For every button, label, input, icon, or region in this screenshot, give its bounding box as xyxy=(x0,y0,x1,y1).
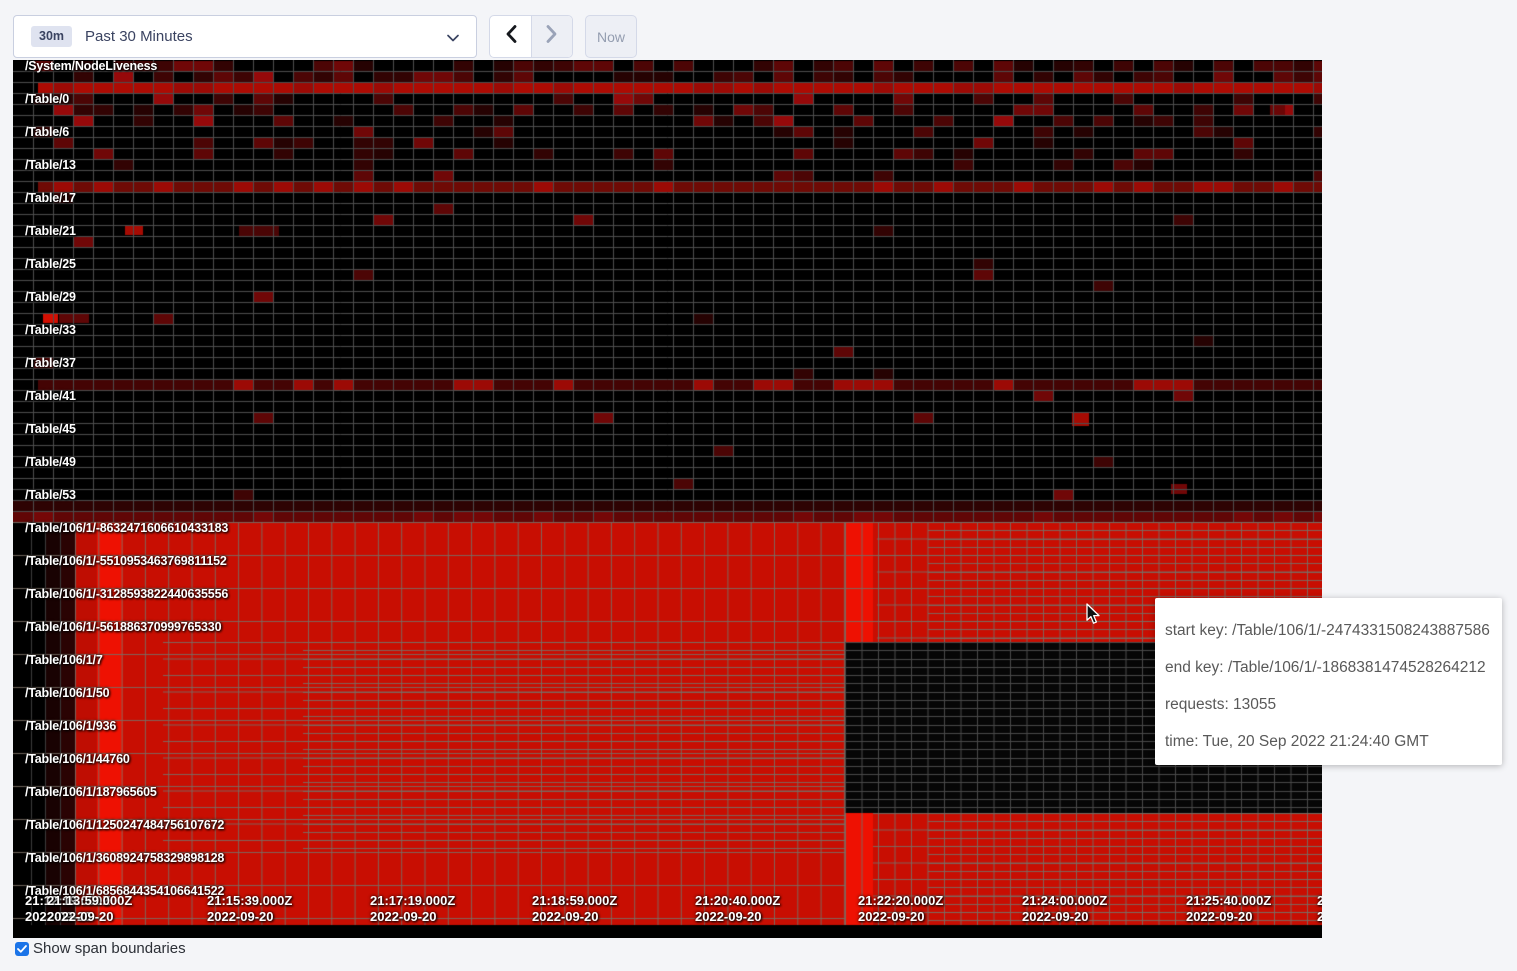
time-range-badge: 30m xyxy=(31,26,72,47)
keyspace-heatmap-canvas[interactable] xyxy=(13,60,1322,938)
chevron-left-icon xyxy=(504,24,518,49)
check-icon xyxy=(17,945,27,953)
hover-tooltip: start key: /Table/106/1/-247433150824388… xyxy=(1155,598,1502,765)
show-span-boundaries-checkbox[interactable] xyxy=(15,942,29,956)
tooltip-end-key: end key: /Table/106/1/-18683814745282642… xyxy=(1165,649,1502,686)
chevron-right-icon xyxy=(545,24,559,49)
back-arrow-button[interactable] xyxy=(490,16,531,57)
time-range-select[interactable]: 30m Past 30 Minutes xyxy=(13,15,477,58)
chevron-down-icon xyxy=(446,31,460,49)
tooltip-time: time: Tue, 20 Sep 2022 21:24:40 GMT xyxy=(1165,723,1502,760)
tooltip-requests: requests: 13055 xyxy=(1165,686,1502,723)
tooltip-start-key: start key: /Table/106/1/-247433150824388… xyxy=(1165,612,1502,649)
forward-arrow-button[interactable] xyxy=(531,16,572,57)
time-range-label: Past 30 Minutes xyxy=(85,28,193,45)
time-nav-group xyxy=(489,15,573,58)
now-button[interactable]: Now xyxy=(585,15,637,58)
heatmap-chart: /System/NodeLiveness/Table/0/Table/6/Tab… xyxy=(13,60,1322,938)
key-visualizer-page: 30m Past 30 Minutes Now /System/NodeLive… xyxy=(0,0,1517,971)
span-boundaries-row: Show span boundaries xyxy=(15,940,186,957)
show-span-boundaries-label: Show span boundaries xyxy=(33,940,186,957)
